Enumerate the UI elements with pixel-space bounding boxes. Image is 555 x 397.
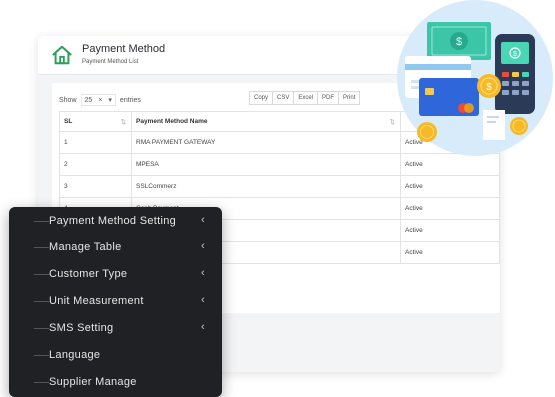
home-icon	[52, 45, 72, 65]
pdf-button[interactable]: PDF	[317, 91, 340, 105]
menu-item-unit-measurement[interactable]: Unit Measurement ‹	[9, 288, 222, 314]
banknote-icon: $	[427, 22, 491, 60]
print-button[interactable]: Print	[338, 91, 361, 105]
copy-button[interactable]: Copy	[249, 91, 274, 105]
chevron-left-icon: ‹	[201, 214, 205, 226]
cell-name: RMA PAYMENT GATEWAY	[131, 131, 401, 154]
menu-item-label: Supplier Manage	[49, 376, 137, 388]
column-header-name[interactable]: Payment Method Name ⇅	[131, 111, 401, 132]
page-subtitle: Payment Method List	[82, 59, 139, 65]
cell-name: SSLCommerz	[131, 175, 401, 198]
csv-button[interactable]: CSV	[272, 91, 295, 105]
svg-text:$: $	[486, 82, 492, 93]
chevron-left-icon: ‹	[201, 240, 205, 252]
svg-text:$: $	[513, 51, 517, 58]
menu-item-label: Manage Table	[49, 241, 122, 253]
menu-bullet	[34, 274, 49, 275]
coin-icon	[417, 122, 437, 142]
export-buttons: Copy CSV Excel PDF Print	[249, 91, 361, 105]
chevron-left-icon: ‹	[201, 321, 205, 333]
cell-sl: 2	[59, 153, 132, 176]
cell-name: MPESA	[131, 153, 401, 176]
menu-item-sms-setting[interactable]: SMS Setting ‹	[9, 315, 222, 341]
menu-item-manage-table[interactable]: Manage Table ‹	[9, 234, 222, 260]
pos-terminal-icon: $	[495, 34, 535, 114]
credit-card-icon	[419, 78, 479, 116]
menu-bullet	[34, 247, 49, 248]
menu-item-label: SMS Setting	[49, 322, 114, 334]
menu-bullet	[34, 382, 49, 383]
payment-illustration: $ $ $	[397, 0, 553, 156]
menu-item-label: Payment Method Setting	[49, 215, 177, 227]
page-title: Payment Method	[82, 43, 166, 55]
sort-icon[interactable]: ⇅	[121, 118, 126, 126]
menu-bullet	[34, 328, 49, 329]
receipt-icon	[483, 110, 505, 140]
excel-button[interactable]: Excel	[293, 91, 319, 105]
menu-item-customer-type[interactable]: Customer Type ‹	[9, 261, 222, 287]
chevron-left-icon: ‹	[201, 267, 205, 279]
sidebar-menu: Payment Method Setting ‹ Manage Table ‹ …	[9, 207, 222, 397]
chevron-left-icon: ‹	[201, 294, 205, 306]
entries-select[interactable]: 25 × ▾	[80, 94, 116, 106]
cell-status: Active	[400, 219, 500, 242]
coin-icon	[510, 117, 528, 135]
menu-bullet	[34, 221, 49, 222]
menu-item-supplier-manage[interactable]: Supplier Manage	[9, 369, 222, 395]
coin-icon: $	[477, 74, 501, 98]
column-header-sl[interactable]: SL ⇅	[59, 111, 132, 132]
clear-icon: ×	[98, 96, 103, 104]
entries-value: 25	[84, 96, 93, 104]
menu-item-label: Unit Measurement	[49, 295, 144, 307]
entries-label: entries	[119, 96, 141, 104]
menu-item-label: Language	[49, 349, 101, 361]
dropdown-arrow-icon: ▾	[108, 97, 112, 104]
svg-text:$: $	[456, 36, 462, 48]
cell-status: Active	[400, 197, 500, 220]
menu-bullet	[34, 301, 49, 302]
show-label: Show	[59, 96, 77, 104]
table-row: 3 SSLCommerz Active	[59, 175, 500, 198]
menu-item-payment-method-setting[interactable]: Payment Method Setting ‹	[9, 208, 222, 234]
menu-bullet	[34, 355, 49, 356]
cell-sl: 1	[59, 131, 132, 154]
menu-item-label: Customer Type	[49, 268, 128, 280]
cell-status: Active	[400, 175, 500, 198]
cell-status: Active	[400, 241, 500, 264]
cell-sl: 3	[59, 175, 132, 198]
entries-control: Show 25 × ▾ entries	[59, 94, 141, 106]
menu-item-language[interactable]: Language	[9, 342, 222, 368]
